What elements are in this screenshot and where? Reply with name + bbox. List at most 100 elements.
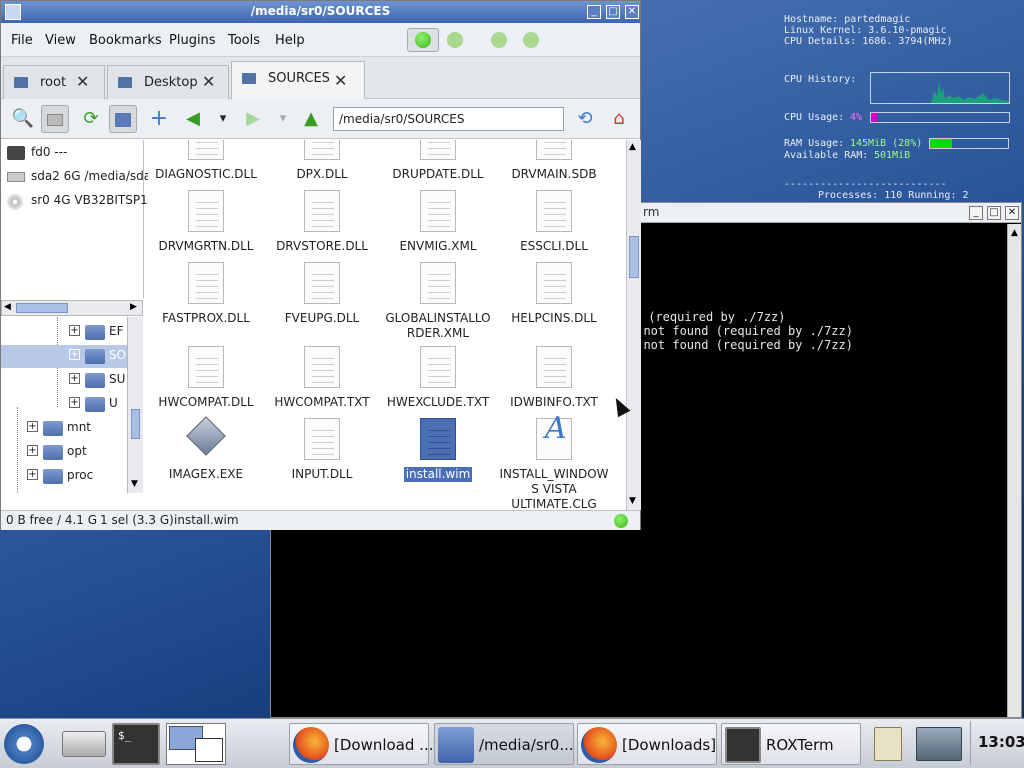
close-tab-icon[interactable]: ✕: [202, 72, 215, 91]
document-icon: [188, 262, 224, 304]
file-name: HWCOMPAT.TXT: [274, 395, 370, 409]
file-name: ESSCLI.DLL: [520, 239, 588, 253]
clipboard-icon[interactable]: [874, 727, 902, 761]
ram-usage-value: 145MiB (28%): [850, 138, 923, 149]
path-input[interactable]: /media/sr0/SOURCES: [333, 107, 564, 131]
expand-icon[interactable]: +: [69, 373, 80, 384]
chevron-down-icon[interactable]: ▾: [269, 105, 297, 133]
start-menu-icon[interactable]: [4, 724, 44, 764]
document-icon: [188, 346, 224, 388]
file-name: DRUPDATE.DLL: [392, 167, 484, 181]
terminal-launcher-icon[interactable]: $_: [112, 723, 160, 765]
tree-vertical-scrollbar[interactable]: ▼: [127, 317, 143, 493]
file-item[interactable]: INPUT.DLL: [264, 412, 380, 502]
terminal-title: rm: [643, 205, 660, 219]
scrollbar-thumb[interactable]: [131, 409, 140, 439]
scroll-right-icon[interactable]: ▶: [130, 302, 137, 312]
new-tab-icon[interactable]: +: [145, 105, 173, 133]
terminal-minimize-button[interactable]: _: [969, 206, 983, 220]
folder-view-icon[interactable]: [109, 105, 137, 133]
tab-desktop[interactable]: Desktop ✕: [107, 65, 229, 99]
device-label: sr0 4G VB32BITSP1: [31, 193, 148, 207]
terminal-close-button[interactable]: ✕: [1005, 206, 1019, 220]
fm-minimize-button[interactable]: _: [587, 5, 601, 19]
font-file-icon: A: [536, 414, 572, 460]
tab-bar: root ✕ Desktop ✕ SOURCES ✕: [1, 57, 640, 99]
expand-icon[interactable]: +: [27, 421, 38, 432]
task-file-manager[interactable]: /media/sr0...: [434, 723, 574, 765]
selected-name-text: install.wim: [174, 513, 239, 527]
file-name: DRVMGRTN.DLL: [158, 239, 254, 253]
scroll-up-icon[interactable]: ▲: [629, 142, 636, 152]
status-led-icon: [614, 514, 628, 528]
expand-icon[interactable]: +: [27, 445, 38, 456]
go-refresh-icon[interactable]: ⟲: [571, 105, 599, 133]
home-icon[interactable]: ⌂: [605, 105, 633, 133]
processes-text: Processes: 110 Running: 2: [818, 190, 969, 201]
file-name: ENVMIG.XML: [399, 239, 477, 253]
devices-horizontal-scrollbar[interactable]: ◀ ▶: [1, 300, 143, 316]
close-tab-icon[interactable]: ✕: [76, 72, 89, 91]
expand-icon[interactable]: +: [27, 469, 38, 480]
status-bar: 0 B free / 4.1 G 1 sel (3.3 G) install.w…: [1, 510, 640, 530]
fm-maximize-button[interactable]: □: [606, 5, 620, 19]
scroll-up-icon[interactable]: ▲: [1011, 228, 1018, 238]
up-arrow-icon[interactable]: ▲: [297, 105, 325, 133]
scrollbar-thumb[interactable]: [16, 303, 68, 313]
file-name: DRVSTORE.DLL: [276, 239, 368, 253]
clock[interactable]: 13:03: [978, 733, 1024, 751]
expand-icon[interactable]: +: [69, 325, 80, 336]
desktop-pager[interactable]: [166, 723, 226, 765]
fm-titlebar[interactable]: /media/sr0/SOURCES _ □ ✕: [1, 1, 640, 23]
fm-close-button[interactable]: ✕: [625, 5, 639, 19]
file-item[interactable]: IMAGEX.EXE: [148, 412, 264, 502]
terminal-maximize-button[interactable]: □: [987, 206, 1001, 220]
folder-icon: [118, 77, 132, 88]
menu-plugins[interactable]: Plugins: [169, 33, 216, 48]
search-icon[interactable]: 🔍: [9, 105, 37, 133]
file-item[interactable]: FASTPROX.DLL: [148, 256, 264, 346]
home-folder-icon: [438, 727, 474, 763]
close-tab-icon[interactable]: ✕: [334, 71, 347, 90]
file-item[interactable]: HELPCINS.DLL: [496, 256, 612, 346]
forward-arrow-icon[interactable]: ▶: [239, 105, 267, 133]
expand-icon[interactable]: +: [69, 397, 80, 408]
device-label: fd0 ---: [31, 145, 68, 159]
cpu-usage-value: 4%: [850, 112, 863, 123]
scroll-down-icon[interactable]: ▼: [629, 496, 636, 506]
menu-bookmarks[interactable]: Bookmarks: [89, 33, 162, 48]
document-icon: [420, 346, 456, 388]
task-firefox-download[interactable]: [Download ...: [289, 723, 434, 765]
menu-help[interactable]: Help: [275, 33, 305, 48]
file-item[interactable]: FVEUPG.DLL: [264, 256, 380, 346]
chevron-down-icon[interactable]: ▾: [209, 105, 237, 133]
scroll-down-icon[interactable]: ▼: [131, 479, 138, 489]
tab-root[interactable]: root ✕: [3, 65, 105, 99]
refresh-icon[interactable]: ⟳: [77, 105, 105, 133]
tab-label: SOURCES: [268, 71, 330, 86]
menu-file[interactable]: File: [11, 33, 33, 48]
task-firefox-downloads[interactable]: [Downloads]: [577, 723, 717, 765]
terminal-scrollbar[interactable]: ▲: [1007, 224, 1021, 717]
back-arrow-icon[interactable]: ◀: [179, 105, 207, 133]
menu-tools[interactable]: Tools: [228, 33, 260, 48]
document-icon: [536, 262, 572, 304]
file-manager-window[interactable]: /media/sr0/SOURCES _ □ ✕ File View Bookm…: [0, 0, 641, 530]
network-icon[interactable]: [916, 727, 962, 761]
drive-icon[interactable]: [41, 105, 69, 133]
file-grid-scrollbar[interactable]: ▲ ▼: [626, 140, 641, 510]
available-ram-label: Available RAM:: [784, 150, 869, 161]
tree-node-label: proc: [67, 468, 94, 482]
file-item[interactable]: GLOBALINSTALLO RDER.XML: [380, 256, 496, 346]
expand-icon[interactable]: +: [69, 349, 80, 360]
file-item-selected[interactable]: install.wim: [380, 412, 496, 502]
led-icon: [447, 32, 463, 48]
menu-view[interactable]: View: [45, 33, 76, 48]
tab-sources[interactable]: SOURCES ✕: [231, 61, 365, 99]
file-item[interactable]: A INSTALL_WINDOW S VISTA ULTIMATE.CLG: [496, 412, 612, 511]
drive-launcher-icon[interactable]: [62, 731, 106, 757]
tree-node-label: SU: [109, 372, 126, 386]
scroll-left-icon[interactable]: ◀: [4, 302, 11, 312]
task-roxterm[interactable]: ROXTerm: [721, 723, 861, 765]
scrollbar-thumb[interactable]: [629, 236, 639, 278]
